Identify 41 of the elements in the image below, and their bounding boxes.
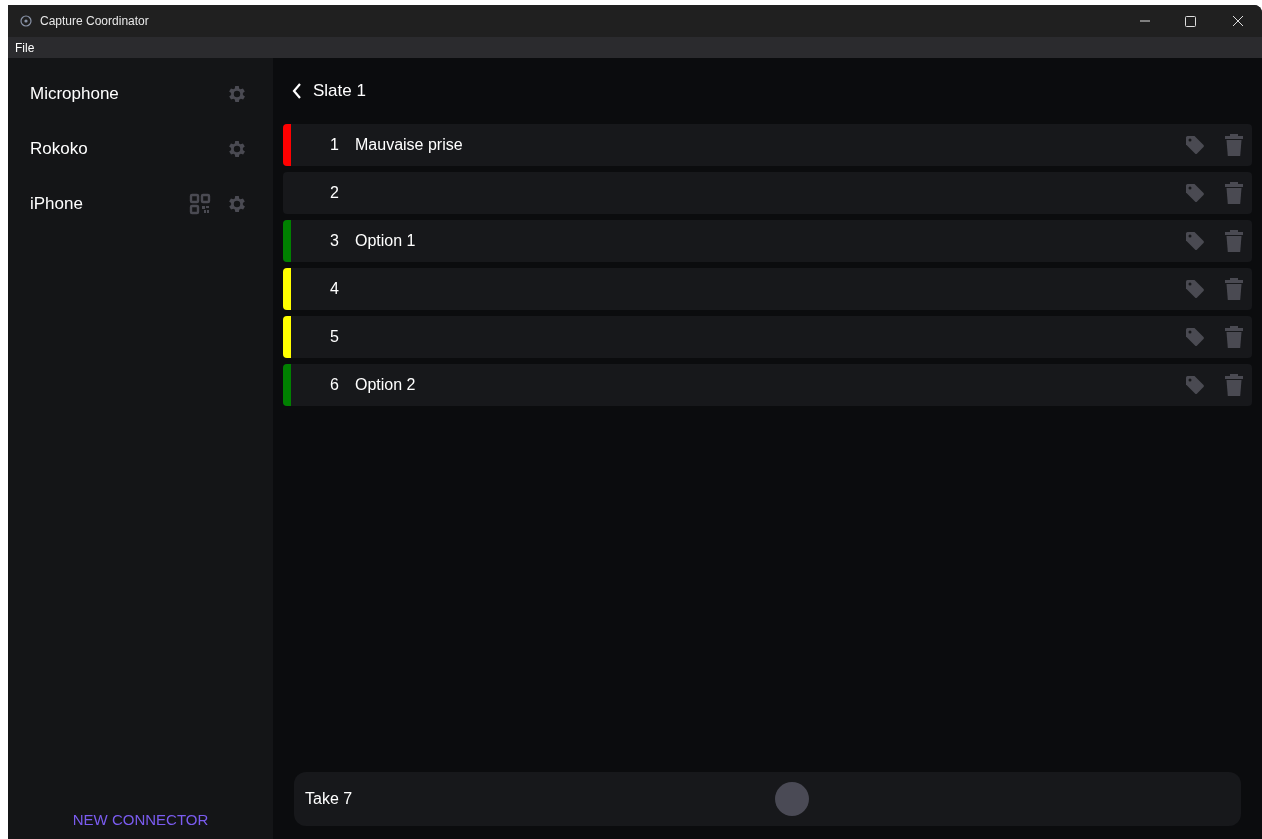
new-connector-button[interactable]: NEW CONNECTOR	[68, 806, 213, 833]
tag-icon[interactable]	[1184, 230, 1206, 252]
take-row[interactable]: 3 Option 1	[283, 220, 1252, 262]
take-label: Option 1	[355, 232, 416, 249]
tag-icon[interactable]	[1184, 134, 1206, 156]
connector-name[interactable]: Microphone	[30, 80, 226, 107]
take-number: 1	[330, 135, 340, 155]
slate-title: Slate 1	[313, 80, 366, 103]
take-number: 3	[330, 231, 340, 251]
tag-icon[interactable]	[1184, 182, 1206, 204]
take-number: 5	[330, 327, 340, 347]
take-number: 6	[330, 375, 340, 395]
take-row[interactable]: 2	[283, 172, 1252, 214]
qr-code-icon[interactable]	[189, 192, 211, 215]
menu-item[interactable]: File	[15, 38, 35, 57]
delete-icon[interactable]	[1224, 325, 1244, 349]
delete-icon[interactable]	[1224, 229, 1244, 253]
connector-name[interactable]: iPhone	[30, 190, 189, 217]
take-label: Take 7	[305, 789, 353, 809]
tag-icon[interactable]	[1184, 374, 1206, 396]
delete-icon[interactable]	[1224, 277, 1244, 301]
take-row[interactable]: 1 Mauvaise prise	[283, 124, 1252, 166]
delete-icon[interactable]	[1224, 181, 1244, 205]
delete-icon[interactable]	[1224, 373, 1244, 397]
app-logo-icon	[20, 15, 32, 27]
take-label: Mauvaise prise	[355, 136, 463, 153]
take-row[interactable]: 5	[283, 316, 1252, 358]
close-icon[interactable]	[1232, 15, 1244, 27]
tag-icon[interactable]	[1184, 326, 1206, 348]
delete-icon[interactable]	[1224, 133, 1244, 157]
window-title: Capture Coordinator	[40, 13, 149, 30]
maximize-icon[interactable]	[1185, 15, 1196, 27]
take-number: 2	[330, 183, 340, 203]
connector-name[interactable]: Rokoko	[30, 135, 226, 162]
back-icon[interactable]	[291, 82, 303, 100]
take-row[interactable]: 6 Option 2	[283, 364, 1252, 406]
tag-icon[interactable]	[1184, 278, 1206, 300]
record-button[interactable]	[775, 782, 809, 816]
take-row[interactable]: 4	[283, 268, 1252, 310]
take-number: 4	[330, 279, 340, 299]
take-label: Option 2	[355, 376, 416, 393]
